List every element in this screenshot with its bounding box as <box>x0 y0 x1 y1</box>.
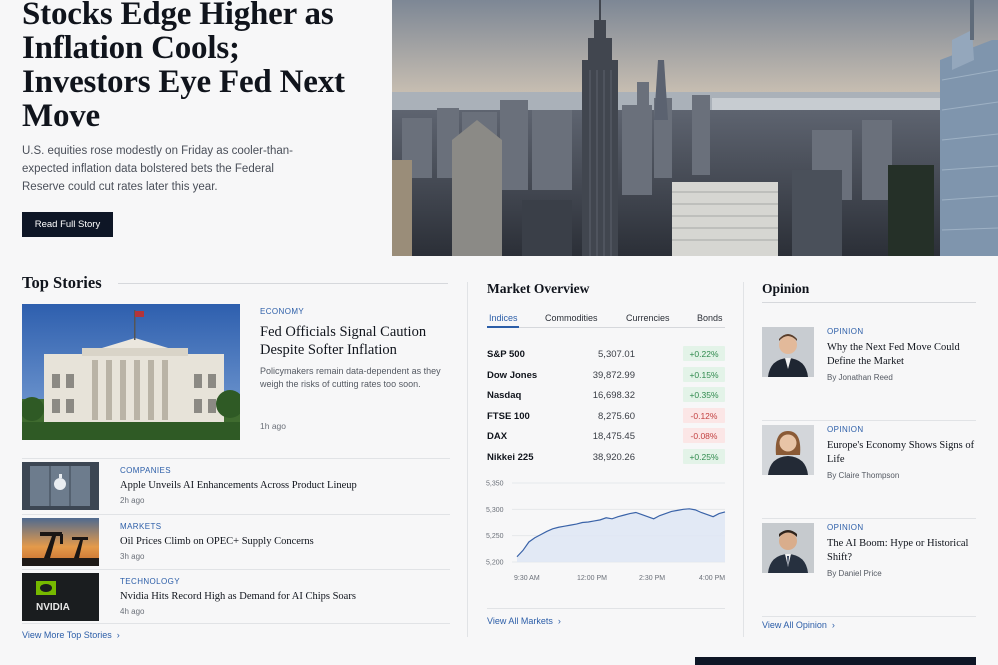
index-value: 16,698.32 <box>592 390 635 401</box>
nvidia-logo-icon[interactable]: NVIDIA <box>22 573 99 621</box>
index-value: 18,475.45 <box>592 431 635 442</box>
opinion-byline: By Claire Thompson <box>827 471 900 480</box>
market-row[interactable]: Nikkei 225 38,920.26 +0.25% <box>487 448 725 468</box>
y-tick-label: 5,200 <box>486 560 504 567</box>
tab-commodities[interactable]: Commodities <box>545 313 598 323</box>
read-full-story-button[interactable]: Read Full Story <box>22 212 113 237</box>
opinion-headline[interactable]: Europe's Economy Shows Signs of Life <box>827 439 977 466</box>
featured-headline[interactable]: Fed Officials Signal Caution Despite Sof… <box>260 323 445 359</box>
index-name: S&P 500 <box>487 349 525 360</box>
top-stories-heading: Top Stories <box>22 273 102 292</box>
view-all-opinion-link[interactable]: View All Opinion › <box>762 620 835 630</box>
opinion-divider <box>762 302 976 303</box>
index-change-badge: +0.25% <box>683 449 725 464</box>
column-divider <box>743 282 744 637</box>
story-headline[interactable]: Oil Prices Climb on OPEC+ Supply Concern… <box>120 536 314 547</box>
author-avatar[interactable] <box>762 327 814 377</box>
x-tick-label: 12:00 PM <box>577 575 607 582</box>
market-tabs: Indices Commodities Currencies Bonds <box>487 308 725 328</box>
active-tab-indicator <box>487 326 519 328</box>
sp500-intraday-chart[interactable]: 5,350 5,300 5,250 5,200 9:30 AM 12:00 PM 2:30 … <box>480 474 730 586</box>
index-change-badge: +0.22% <box>683 346 725 361</box>
story-category[interactable]: MARKETS <box>120 522 161 531</box>
market-row[interactable]: DAX 18,475.45 -0.08% <box>487 427 725 447</box>
index-change-badge: +0.15% <box>683 367 725 382</box>
market-bottom-divider <box>487 608 725 609</box>
y-tick-label: 5,300 <box>486 507 504 514</box>
index-name: DAX <box>487 431 508 442</box>
hero-summary: U.S. equities rose modestly on Friday as… <box>22 145 294 193</box>
top-stories-bottom-divider <box>22 623 450 624</box>
hero-skyline-image[interactable] <box>392 0 998 256</box>
index-name: FTSE 100 <box>487 411 530 422</box>
opinion-byline: By Jonathan Reed <box>827 373 893 382</box>
market-overview-heading: Market Overview <box>487 281 590 296</box>
story-item[interactable]: NVIDIA TECHNOLOGY Nvidia Hits Record Hig… <box>22 569 450 621</box>
hero-section: Stocks Edge Higher as Inflation Cools; I… <box>0 0 998 256</box>
opinion-headline[interactable]: The AI Boom: Hype or Historical Shift? <box>827 537 977 564</box>
market-row[interactable]: FTSE 100 8,275.60 -0.12% <box>487 407 725 427</box>
opinion-category[interactable]: OPINION <box>827 523 864 532</box>
story-timestamp: 4h ago <box>120 607 145 616</box>
story-headline[interactable]: Nvidia Hits Record High as Demand for AI… <box>120 591 356 602</box>
apple-store-icon[interactable] <box>22 462 99 510</box>
story-item[interactable]: COMPANIES Apple Unveils AI Enhancements … <box>22 458 450 510</box>
featured-timestamp: 1h ago <box>260 421 286 431</box>
index-change-badge: -0.08% <box>683 428 725 443</box>
featured-description: Policymakers remain data-dependent as th… <box>260 366 441 389</box>
index-value: 38,920.26 <box>592 452 635 463</box>
index-value: 8,275.60 <box>598 411 635 422</box>
hero-text-block: Stocks Edge Higher as Inflation Cools; I… <box>22 0 372 196</box>
oil-pump-icon[interactable] <box>22 518 99 566</box>
opinion-item[interactable]: OPINION Why the Next Fed Move Could Defi… <box>762 323 976 421</box>
y-tick-label: 5,350 <box>486 481 504 488</box>
featured-category[interactable]: ECONOMY <box>260 307 304 316</box>
chart-area-fill <box>517 508 725 562</box>
x-tick-label: 4:00 PM <box>699 575 725 582</box>
opinion-item[interactable]: OPINION The AI Boom: Hype or Historical … <box>762 519 976 617</box>
view-all-markets-link[interactable]: View All Markets › <box>487 616 561 626</box>
svg-text:NVIDIA: NVIDIA <box>36 602 70 613</box>
y-tick-label: 5,250 <box>486 533 504 540</box>
bottom-banner <box>695 657 976 665</box>
story-timestamp: 2h ago <box>120 496 145 505</box>
story-headline[interactable]: Apple Unveils AI Enhancements Across Pro… <box>120 480 357 491</box>
opinion-item[interactable]: OPINION Europe's Economy Shows Signs of … <box>762 421 976 519</box>
index-change-badge: -0.12% <box>683 408 725 423</box>
author-avatar[interactable] <box>762 523 814 573</box>
author-avatar[interactable] <box>762 425 814 475</box>
market-row[interactable]: S&P 500 5,307.01 +0.22% <box>487 345 725 365</box>
index-value: 39,872.99 <box>592 370 635 381</box>
chevron-right-icon: › <box>829 620 835 630</box>
view-more-top-stories-link[interactable]: View More Top Stories › <box>22 630 120 640</box>
index-name: Nikkei 225 <box>487 452 534 463</box>
column-divider <box>467 282 468 637</box>
tab-currencies[interactable]: Currencies <box>626 313 670 323</box>
index-name: Dow Jones <box>487 370 538 381</box>
tab-bonds[interactable]: Bonds <box>697 313 723 323</box>
story-timestamp: 3h ago <box>120 552 145 561</box>
tab-indices[interactable]: Indices <box>489 313 518 323</box>
index-change-badge: +0.35% <box>683 387 725 402</box>
top-stories-divider <box>118 283 448 284</box>
story-category[interactable]: TECHNOLOGY <box>120 577 180 586</box>
opinion-byline: By Daniel Price <box>827 569 882 578</box>
chevron-right-icon: › <box>555 616 561 626</box>
index-name: Nasdaq <box>487 390 522 401</box>
chevron-right-icon: › <box>114 630 120 640</box>
opinion-category[interactable]: OPINION <box>827 425 864 434</box>
story-category[interactable]: COMPANIES <box>120 466 171 475</box>
story-item[interactable]: MARKETS Oil Prices Climb on OPEC+ Supply… <box>22 514 450 566</box>
market-row[interactable]: Nasdaq 16,698.32 +0.35% <box>487 386 725 406</box>
market-row[interactable]: Dow Jones 39,872.99 +0.15% <box>487 366 725 386</box>
opinion-headline[interactable]: Why the Next Fed Move Could Define the M… <box>827 341 977 368</box>
federal-reserve-building-image[interactable] <box>22 304 240 440</box>
index-value: 5,307.01 <box>598 349 635 360</box>
x-tick-label: 9:30 AM <box>514 575 540 582</box>
hero-headline[interactable]: Stocks Edge Higher as Inflation Cools; I… <box>22 0 372 133</box>
x-tick-label: 2:30 PM <box>639 575 665 582</box>
opinion-category[interactable]: OPINION <box>827 327 864 336</box>
opinion-heading: Opinion <box>762 281 810 296</box>
